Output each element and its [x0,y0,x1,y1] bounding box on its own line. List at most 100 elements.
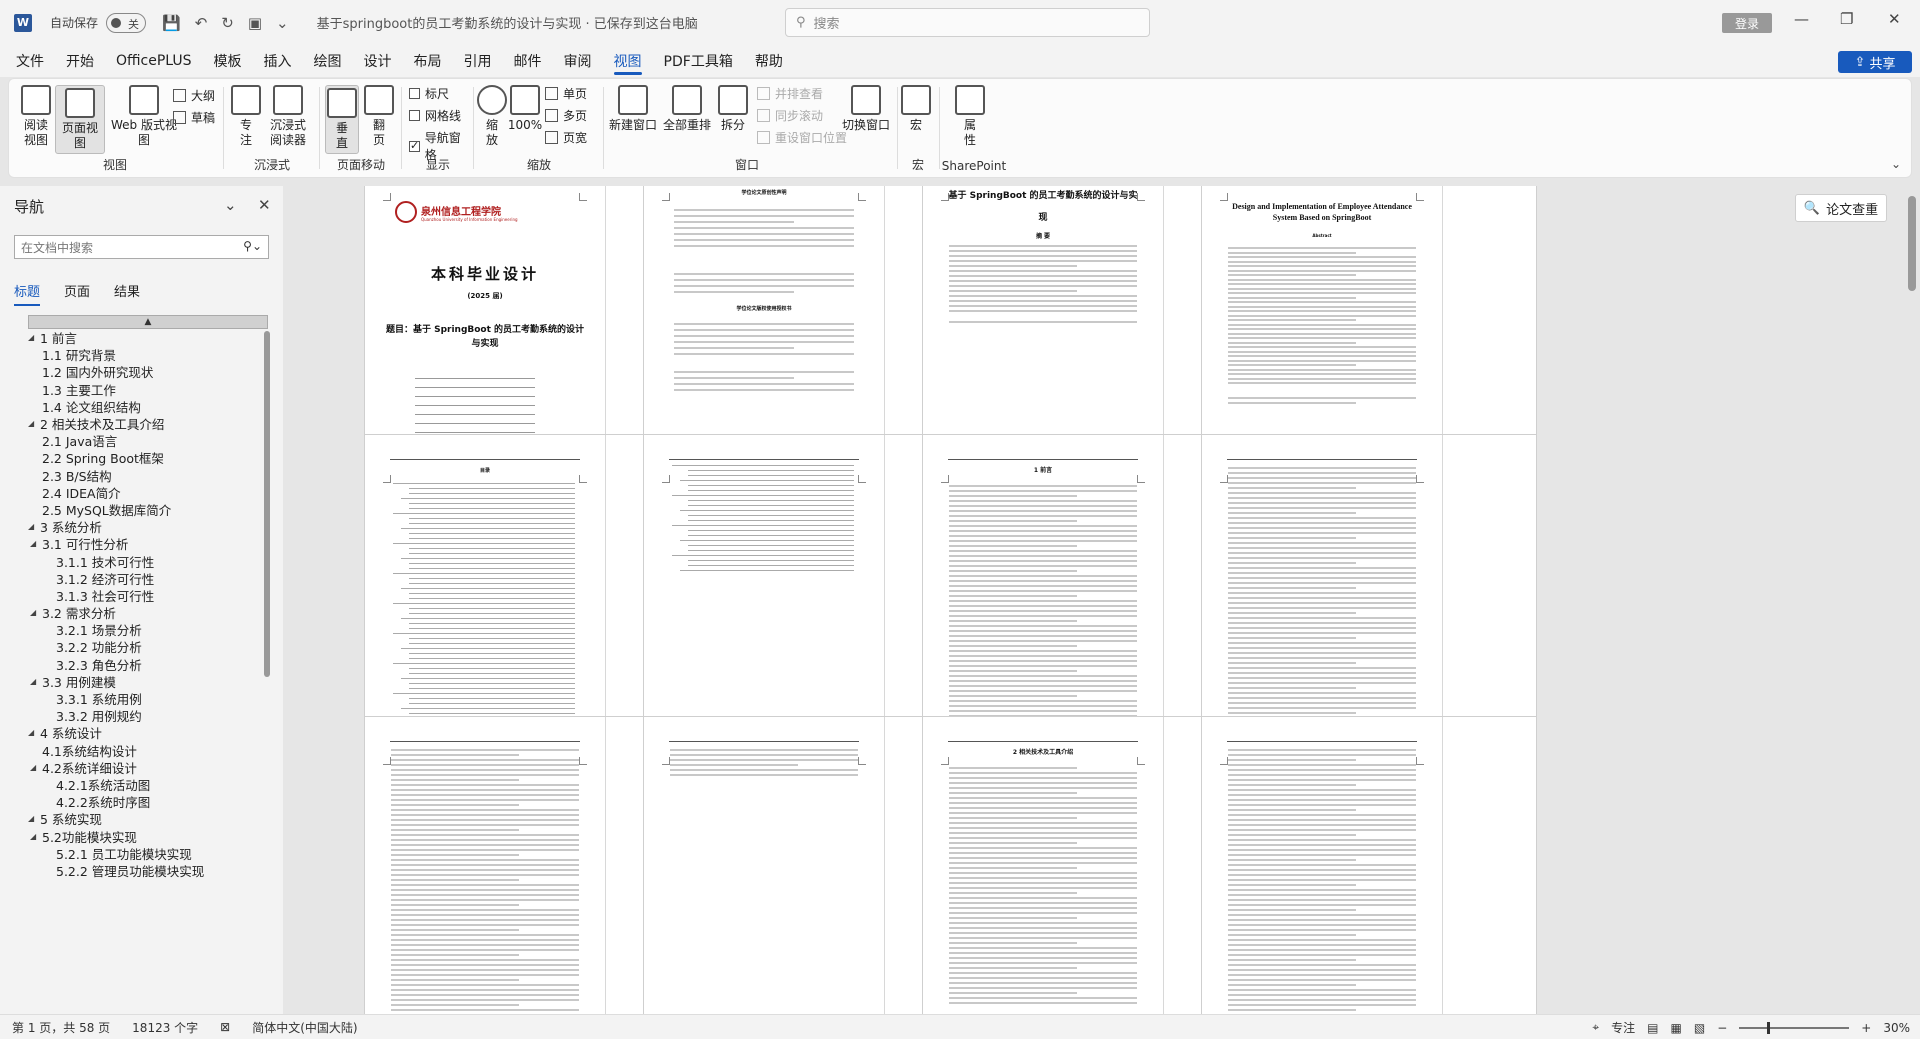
login-button[interactable]: 登录 [1722,13,1772,33]
web-layout-button[interactable]: Web 版式视图 [109,85,179,148]
document-scrollbar-thumb[interactable] [1908,196,1916,291]
page-width-button[interactable]: 页宽 [545,129,587,146]
nav-heading-item[interactable]: ◢ 2 相关技术及工具介绍 [28,415,268,432]
side-by-side-button[interactable]: 并排查看 [757,85,823,102]
focus-mode-icon[interactable]: ⌖ [1592,1020,1599,1035]
tab-layout[interactable]: 布局 [414,45,442,77]
nav-scrollbar-thumb[interactable] [264,331,270,677]
zoom-button[interactable]: 缩 放 [477,85,507,148]
nav-heading-item[interactable]: ◢ 5 系统实现 [28,810,268,827]
tab-insert[interactable]: 插入 [264,45,292,77]
new-window-button[interactable]: 新建窗口 [607,85,659,133]
draft-button[interactable]: 草稿 [173,109,215,126]
nav-heading-item[interactable]: 1.4 论文组织结构 [28,398,268,415]
undo-icon[interactable]: ↶ [195,14,208,32]
nav-tab-headings[interactable]: 标题 [14,281,41,306]
autosave-toggle[interactable]: 关 [106,12,147,33]
nav-heading-item[interactable]: 1.3 主要工作 [28,381,268,398]
zoom-out-icon[interactable]: − [1717,1021,1727,1035]
nav-heading-item[interactable]: 3.1.2 经济可行性 [28,570,268,587]
nav-heading-item[interactable]: 3.2.1 场景分析 [28,621,268,638]
close-icon[interactable]: ✕ [1888,10,1901,28]
tab-file[interactable]: 文件 [16,45,44,77]
multi-page-button[interactable]: 多页 [545,107,587,124]
nav-heading-item[interactable]: 3.2.3 角色分析 [28,656,268,673]
collapse-ribbon-icon[interactable]: ⌄ [1891,157,1901,171]
tab-view[interactable]: 视图 [613,45,642,77]
zoom-slider[interactable] [1739,1021,1850,1034]
macros-button[interactable]: 宏 [901,85,931,133]
tab-design[interactable]: 设计 [364,45,392,77]
nav-close-icon[interactable]: ✕ [258,196,271,214]
reset-window-button[interactable]: 重设窗口位置 [757,129,847,146]
expand-caret-icon[interactable]: ◢ [28,814,40,823]
nav-heading-item[interactable]: ◢ 3.3 用例建模 [28,673,268,690]
print-layout-button[interactable]: 页面视图 [55,85,105,154]
tab-template[interactable]: 模板 [214,45,242,77]
web-layout-view-icon[interactable]: ▧ [1694,1021,1705,1035]
outline-button[interactable]: 大纲 [173,87,215,104]
paper-check-button[interactable]: 🔍 论文查重 [1795,194,1887,222]
nav-heading-item[interactable]: 3.1.1 技术可行性 [28,552,268,570]
tab-references[interactable]: 引用 [464,45,492,77]
tab-pdf-tools[interactable]: PDF工具箱 [664,45,733,77]
arrange-all-button[interactable]: 全部重排 [661,85,713,133]
document-title[interactable]: 基于springboot的员工考勤系统的设计与实现 · 已保存到这台电脑 [317,13,698,32]
tab-help[interactable]: 帮助 [755,45,783,77]
nav-heading-item[interactable]: 4.2.1系统活动图 [28,776,268,793]
tab-draw[interactable]: 绘图 [314,45,342,77]
language-indicator[interactable]: 简体中文(中国大陆) [252,1019,357,1036]
vertical-button[interactable]: 垂 直 [325,85,359,154]
nav-search-input[interactable]: 在文档中搜索 ⚲⌄ [14,235,269,259]
nav-heading-item[interactable]: 1.2 国内外研究现状 [28,363,268,380]
nav-heading-item[interactable]: ◢ 3 系统分析 [28,518,268,535]
nav-heading-item[interactable]: 3.2.2 功能分析 [28,638,268,655]
format-painter-icon[interactable]: ▣ [248,14,262,32]
tab-home[interactable]: 开始 [66,45,94,77]
read-mode-view-icon[interactable]: ▤ [1647,1021,1658,1035]
nav-heading-item[interactable]: 2.3 B/S结构 [28,467,268,484]
restore-icon[interactable]: ❐ [1840,10,1853,28]
one-page-button[interactable]: 单页 [545,85,587,102]
expand-caret-icon[interactable]: ◢ [28,728,40,737]
expand-caret-icon[interactable]: ◢ [30,539,42,548]
nav-heading-item[interactable]: ◢ 3.1 可行性分析 [28,535,268,552]
gridlines-checkbox[interactable]: 网格线 [409,107,461,124]
expand-caret-icon[interactable]: ◢ [30,677,42,686]
zoom-100-button[interactable]: 100% [508,85,542,133]
save-icon[interactable]: 💾 [162,14,181,32]
immersive-reader-button[interactable]: 沉浸式 阅读器 [265,85,311,148]
expand-caret-icon[interactable]: ◢ [30,763,42,772]
focus-mode-label[interactable]: 专注 [1611,1019,1635,1036]
nav-tab-pages[interactable]: 页面 [64,281,90,306]
nav-heading-item[interactable]: 3.3.1 系统用例 [28,690,268,707]
nav-heading-item[interactable]: ◢ 4.2系统详细设计 [28,759,268,776]
nav-heading-item[interactable]: 3.3.2 用例规约 [28,707,268,724]
nav-heading-item[interactable]: 2.1 Java语言 [28,432,268,449]
nav-heading-item[interactable]: 2.4 IDEA简介 [28,484,268,501]
sync-scroll-button[interactable]: 同步滚动 [757,107,823,124]
word-count[interactable]: 18123 个字 [132,1019,198,1036]
nav-heading-item[interactable]: 1.1 研究背景 [28,346,268,363]
tab-mailings[interactable]: 邮件 [514,45,542,77]
search-icon[interactable]: ⚲⌄ [243,239,262,253]
expand-caret-icon[interactable]: ◢ [28,419,40,428]
nav-heading-item[interactable]: ◢ 4 系统设计 [28,724,268,741]
nav-heading-item[interactable]: 2.2 Spring Boot框架 [28,449,268,466]
nav-heading-item[interactable]: 3.1.3 社会可行性 [28,587,268,604]
zoom-in-icon[interactable]: + [1861,1021,1871,1035]
page-count[interactable]: 第 1 页，共 58 页 [12,1019,110,1036]
redo-icon[interactable]: ↻ [221,14,234,32]
nav-heading-item[interactable]: 4.1系统结构设计 [28,742,268,759]
nav-heading-item[interactable]: 2.5 MySQL数据库简介 [28,501,268,518]
ruler-checkbox[interactable]: 标尺 [409,85,449,102]
tab-officeplus[interactable]: OfficePLUS [116,45,192,77]
collapse-all-bar[interactable]: ▲ [28,315,268,329]
properties-button[interactable]: 属 性 [955,85,985,148]
page-thumbnail[interactable] [1201,716,1537,1014]
read-mode-button[interactable]: 阅读 视图 [19,85,53,148]
nav-heading-item[interactable]: 5.2.1 员工功能模块实现 [28,845,268,862]
nav-heading-item[interactable]: ◢ 1 前言 [28,329,268,346]
expand-caret-icon[interactable]: ◢ [30,832,42,841]
split-button[interactable]: 拆分 [715,85,751,133]
